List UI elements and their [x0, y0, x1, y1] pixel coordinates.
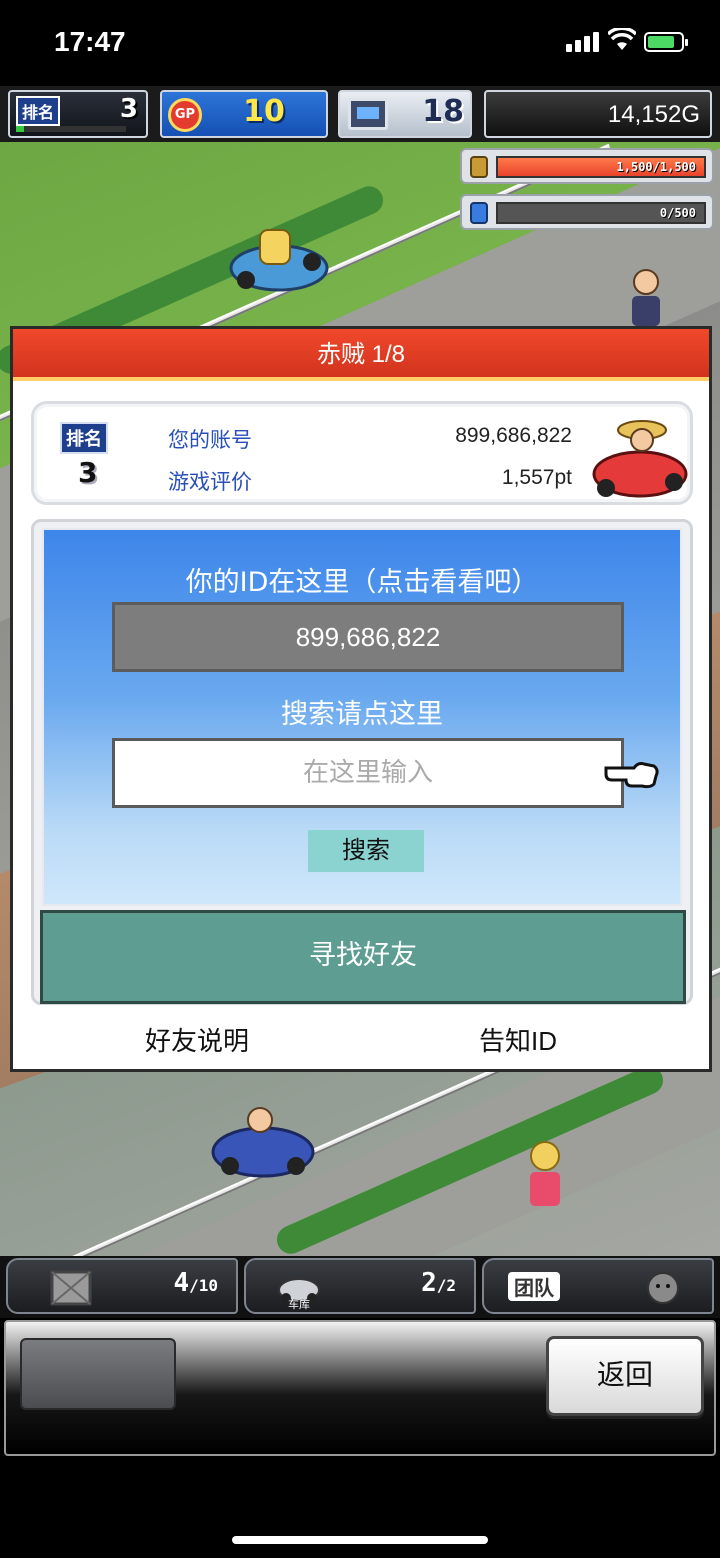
rating-value: 1,557pt [501, 466, 572, 489]
player-car-avatar [592, 420, 688, 498]
research-value: 18 [422, 94, 464, 129]
search-heading: 搜索请点这里 [281, 699, 443, 730]
rank-label: 排名 [16, 96, 61, 126]
wifi-icon [608, 28, 636, 50]
pointing-hand-icon [604, 762, 659, 789]
rank-display[interactable]: 排名 3 [8, 90, 148, 138]
rank-progress-bar [16, 126, 126, 132]
player-id-box[interactable]: 899,686,822 [112, 602, 624, 672]
garage-count: 2/2 [421, 1268, 456, 1298]
crate-icon [50, 1270, 92, 1306]
back-button[interactable]: 返回 [546, 1336, 704, 1416]
garage-label: 车库 [288, 1298, 310, 1311]
team-label: 团队 [508, 1272, 560, 1301]
slot-garage[interactable]: 车库 2/2 [244, 1258, 476, 1314]
find-friends-button[interactable]: 寻找好友 [40, 910, 686, 1004]
bottom-slots: 4/10 车库 2/2 团队 [0, 1256, 720, 1318]
gp-icon: GP [168, 98, 202, 132]
car-sprite [211, 1107, 315, 1178]
car-sprite [229, 229, 329, 292]
person-sprite [632, 269, 660, 326]
home-indicator[interactable] [232, 1536, 488, 1544]
slot-team[interactable]: 团队 [482, 1258, 714, 1314]
research-display[interactable]: 18 [338, 90, 472, 138]
friend-help-link[interactable]: 好友说明 [145, 1021, 249, 1058]
items-count: 4/10 [173, 1268, 218, 1298]
id-panel: 你的ID在这里（点击看看吧） 899,686,822 搜索请点这里 在这里输入 … [31, 519, 693, 1005]
empty-slot [20, 1338, 176, 1410]
potion-value: 0/500 [659, 206, 696, 220]
friend-dialog: 赤贼 1/8 排名 3 您的账号 899,686,822 游戏评价 1,557p… [10, 326, 712, 1072]
fuel-value: 1,500/1,500 [616, 160, 696, 174]
gp-display[interactable]: GP 10 [160, 90, 328, 138]
dialog-title: 赤贼 1/8 [13, 329, 709, 381]
potion-icon [470, 202, 488, 224]
profile-card: 排名 3 您的账号 899,686,822 游戏评价 1,557pt [31, 401, 693, 505]
profile-rank-value: 3 [78, 456, 98, 489]
fuel-resource-bar: 1,500/1,500 [460, 148, 714, 184]
bottom-bar: 4/10 车库 2/2 团队 返回 [0, 1256, 720, 1558]
account-value: 899,686,822 [455, 424, 572, 447]
battery-icon [644, 32, 688, 52]
potion-resource-bar: 0/500 [460, 194, 714, 230]
computer-icon [348, 98, 388, 130]
profile-rank-label: 排名 [60, 422, 108, 454]
slot-items[interactable]: 4/10 [6, 1258, 238, 1314]
money-value: 14,152G [607, 101, 700, 128]
status-bar: 17:47 [0, 0, 720, 86]
rating-label: 游戏评价 [168, 470, 252, 494]
rank-value: 3 [119, 94, 138, 124]
team-member-icon [647, 1272, 679, 1304]
account-label: 您的账号 [168, 428, 252, 452]
money-display: 14,152G [484, 90, 712, 138]
id-heading: 你的ID在这里（点击看看吧） [185, 567, 539, 598]
cellular-signal-icon [566, 32, 600, 52]
status-time: 17:47 [54, 26, 126, 57]
top-hud: 排名 3 GP 10 18 14,152G [0, 86, 720, 142]
id-panel-background: 你的ID在这里（点击看看吧） 899,686,822 搜索请点这里 在这里输入 … [42, 528, 682, 906]
search-button[interactable]: 搜索 [308, 830, 424, 872]
gp-value: 10 [243, 94, 285, 129]
bottom-panel: 返回 [4, 1320, 716, 1456]
share-id-link[interactable]: 告知ID [479, 1021, 557, 1058]
friend-id-input[interactable]: 在这里输入 [112, 738, 624, 808]
fuel-can-icon [470, 156, 488, 178]
person-sprite [530, 1141, 560, 1206]
